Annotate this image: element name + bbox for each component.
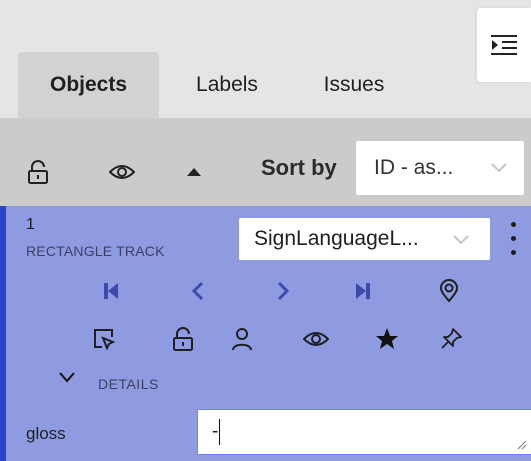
pin-button[interactable]: [433, 321, 469, 357]
tab-objects[interactable]: Objects: [18, 52, 159, 118]
next-icon: [277, 281, 290, 301]
lock-open-icon: [28, 160, 48, 184]
attribute-text-input[interactable]: -: [197, 409, 531, 455]
eye-icon: [109, 165, 135, 179]
tab-labels[interactable]: Labels: [180, 52, 274, 118]
go-to-previous-keyframe-button[interactable]: [180, 273, 216, 309]
resize-grip-icon[interactable]: [515, 438, 527, 450]
pin-icon: [441, 328, 462, 349]
last-frame-icon: [356, 283, 370, 299]
location-pin-icon: [439, 279, 459, 303]
show-all-button[interactable]: [104, 154, 140, 190]
kebab-dot: [511, 236, 516, 241]
attribute-name: gloss: [26, 424, 66, 443]
switch-outside-button[interactable]: [431, 273, 467, 309]
first-frame-icon: [104, 283, 118, 299]
sort-by-label: Sort by: [261, 155, 337, 180]
label-select-value: SignLanguageL...: [254, 227, 419, 250]
chevron-down-icon: [453, 235, 469, 245]
go-to-next-keyframe-button[interactable]: [265, 273, 301, 309]
kebab-dot: [511, 222, 516, 227]
lock-all-button[interactable]: [20, 154, 56, 190]
collapse-sidebar-button[interactable]: [477, 8, 531, 82]
star-icon: [376, 328, 398, 349]
lock-open-icon: [173, 327, 193, 351]
collapse-all-button[interactable]: [176, 154, 212, 190]
object-menu-button[interactable]: [506, 220, 520, 260]
occluded-button[interactable]: [369, 321, 405, 357]
lock-object-button[interactable]: [165, 321, 201, 357]
collapse-sidebar-icon: [491, 35, 517, 55]
person-icon: [232, 328, 252, 351]
kebab-dot: [511, 250, 516, 255]
chevron-down-icon[interactable]: [58, 370, 76, 384]
object-label-select[interactable]: SignLanguageL...: [239, 218, 490, 260]
sort-select-value: ID - as...: [374, 156, 454, 179]
go-to-first-keyframe-button[interactable]: [93, 273, 129, 309]
hide-object-button[interactable]: [298, 321, 334, 357]
go-to-last-keyframe-button[interactable]: [345, 273, 381, 309]
previous-icon: [191, 281, 204, 301]
details-toggle[interactable]: DETAILS: [98, 376, 159, 392]
object-type: RECTANGLE TRACK: [26, 243, 165, 259]
chevron-down-icon: [491, 163, 507, 173]
select-region-icon: [94, 329, 116, 351]
pin-object-person-button[interactable]: [224, 321, 260, 357]
sort-select[interactable]: ID - as...: [356, 141, 524, 195]
attribute-value: -: [212, 421, 219, 442]
caret-up-icon: [187, 168, 201, 176]
eye-icon: [303, 332, 329, 346]
text-caret: [219, 419, 221, 445]
object-id: 1: [26, 216, 35, 233]
activate-object-button[interactable]: [86, 321, 122, 357]
tab-issues[interactable]: Issues: [312, 52, 396, 118]
